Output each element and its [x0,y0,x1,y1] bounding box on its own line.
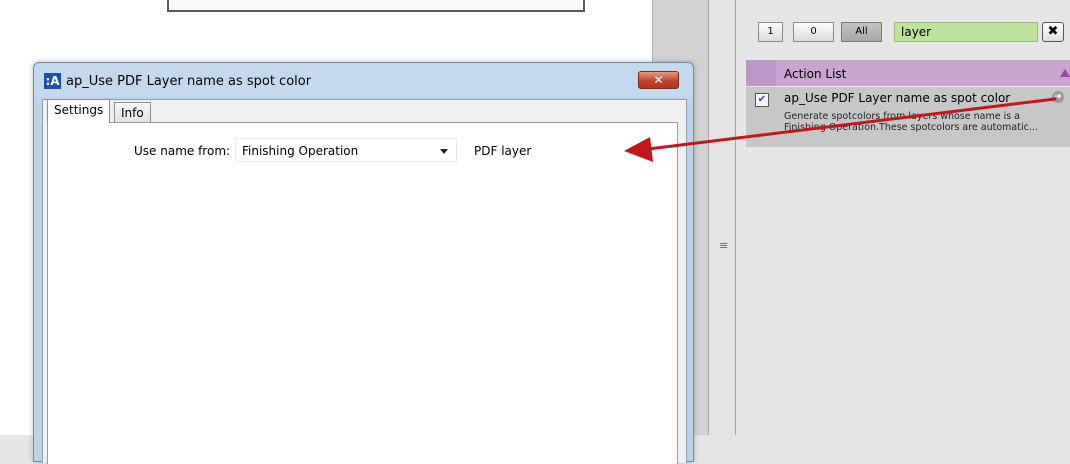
app-icon: :A [44,73,61,89]
action-panel: 1 0 All layer ✖ Action List ✔ ap_Use PDF… [736,0,1070,435]
search-input[interactable]: layer [894,22,1038,42]
background-panel-edge [167,0,585,12]
filter-button-1[interactable]: 1 [758,22,783,42]
action-list-title: Action List [784,67,847,81]
pdf-layer-label: PDF layer [474,144,532,158]
use-name-value: Finishing Operation [242,144,359,158]
sort-ascending-icon[interactable] [1060,69,1070,77]
splitter-grip-icon[interactable]: ≡ [719,240,728,251]
action-list-header[interactable]: Action List [746,60,1070,86]
use-name-label: Use name from: [134,144,231,158]
tab-container: Settings Info Use name from: Finishing O… [42,99,687,464]
action-item-title: ap_Use PDF Layer name as spot color [784,91,1011,105]
go-arrow-icon[interactable]: ➜ [1052,91,1064,103]
filter-button-all[interactable]: All [841,22,882,42]
description-line-1: Generate spotcolors from layers whose na… [784,111,1021,122]
use-name-dropdown[interactable]: Finishing Operation [235,138,457,162]
action-item-description: Generate spotcolors from layers whose na… [784,111,1068,133]
tab-info[interactable]: Info [114,102,151,122]
panel-splitter[interactable]: ≡ [708,0,736,435]
chevron-down-icon[interactable] [440,149,448,154]
settings-panel: Use name from: Finishing Operation PDF l… [47,122,678,464]
header-stripe [746,60,776,86]
action-checkbox[interactable]: ✔ [755,93,769,107]
filter-button-0[interactable]: 0 [793,22,834,42]
description-line-2: Finishing Operation.These spotcolors are… [784,122,1038,133]
list-item[interactable]: ✔ ap_Use PDF Layer name as spot color ➜ … [746,87,1070,147]
tab-settings[interactable]: Settings [47,99,111,123]
dialog-title: ap_Use PDF Layer name as spot color [66,74,312,89]
action-settings-dialog: :A ap_Use PDF Layer name as spot color ✕… [33,62,694,464]
clear-search-icon[interactable]: ✖ [1042,22,1064,42]
close-button[interactable]: ✕ [638,71,679,89]
